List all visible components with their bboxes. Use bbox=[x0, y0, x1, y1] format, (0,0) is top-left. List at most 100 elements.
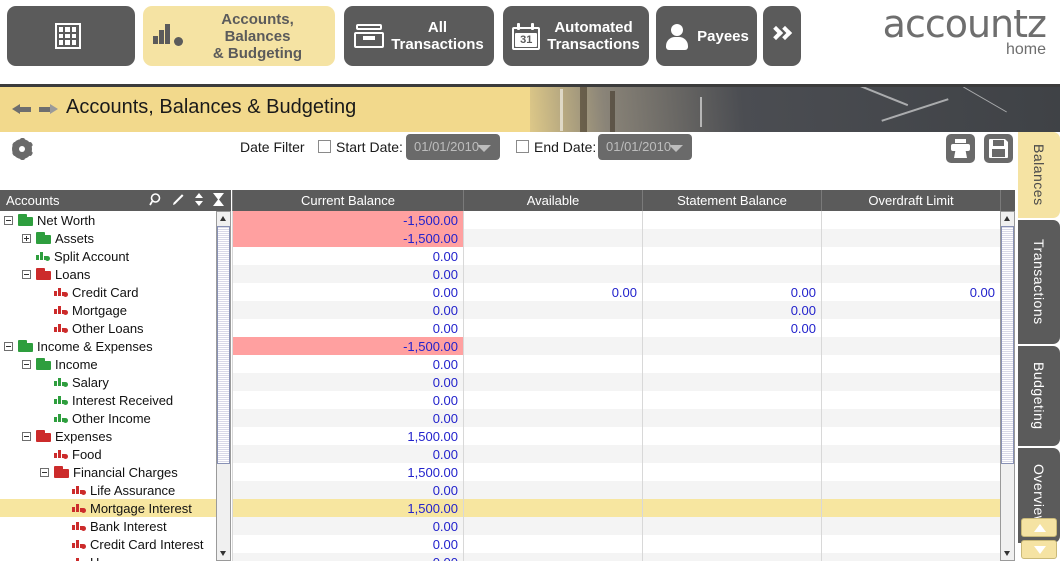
grid-row[interactable]: 0.00 bbox=[232, 481, 1015, 499]
cell-overdraft-limit bbox=[821, 373, 1000, 391]
grid-row[interactable]: 0.00 bbox=[232, 553, 1015, 561]
tree-item-label: Interest Received bbox=[72, 392, 174, 408]
tree-item[interactable]: Salary bbox=[0, 373, 230, 391]
sort-updown-icon[interactable] bbox=[193, 192, 205, 207]
grid-row[interactable]: 0.00 0.00 bbox=[232, 319, 1015, 337]
tree-item[interactable]: Loans bbox=[0, 265, 230, 283]
nav-tab-payees[interactable]: Payees bbox=[656, 6, 757, 66]
tree-collapse-toggle[interactable] bbox=[4, 215, 13, 225]
nav-accounts-line2: & Budgeting bbox=[212, 44, 303, 62]
grid-row[interactable]: 0.00 bbox=[232, 265, 1015, 283]
tree-item[interactable]: Interest Received bbox=[0, 391, 230, 409]
hourglass-filter-icon[interactable] bbox=[212, 192, 225, 207]
grid-row[interactable]: -1,500.00 bbox=[232, 337, 1015, 355]
tree-item[interactable]: Other Loans bbox=[0, 319, 230, 337]
tree-item[interactable]: Food bbox=[0, 445, 230, 463]
grid-row[interactable]: 0.00 bbox=[232, 247, 1015, 265]
grid-row[interactable]: 0.00 bbox=[232, 517, 1015, 535]
calendar-icon: 31 bbox=[512, 22, 541, 50]
tree-item[interactable]: Income bbox=[0, 355, 230, 373]
tree-item-label: Food bbox=[72, 446, 102, 462]
grid-row[interactable]: 1,500.00 bbox=[232, 499, 1015, 517]
end-date-checkbox[interactable] bbox=[516, 140, 529, 153]
nav-tab-automated-transactions[interactable]: 31 Automated Transactions bbox=[503, 6, 649, 66]
save-button[interactable] bbox=[984, 134, 1013, 163]
tree-item[interactable]: Credit Card bbox=[0, 283, 230, 301]
end-date-input[interactable]: 01/01/2010 bbox=[598, 134, 692, 160]
side-scroll-down-button[interactable] bbox=[1021, 540, 1057, 559]
folder-icon bbox=[36, 358, 51, 370]
nav-tab-dashboard[interactable] bbox=[7, 6, 135, 66]
balances-grid-rows[interactable]: -1,500.00 -1,500.00 0.00 0.00 0.00 0.00 0.00 0.… bbox=[232, 211, 1015, 561]
side-tab-budgeting[interactable]: Budgeting bbox=[1018, 346, 1060, 446]
grid-row[interactable]: 0.00 0.00 bbox=[232, 301, 1015, 319]
grid-row[interactable]: 0.00 bbox=[232, 391, 1015, 409]
scrollbar-thumb[interactable] bbox=[217, 226, 230, 464]
tree-collapse-toggle[interactable] bbox=[22, 359, 31, 369]
tree-item[interactable]: Mortgage Interest bbox=[0, 499, 230, 517]
account-icon bbox=[54, 448, 68, 460]
cell-statement-balance bbox=[642, 499, 821, 517]
tree-collapse-toggle[interactable] bbox=[22, 431, 31, 441]
nav-tab-accounts-balances-budgeting[interactable]: Accounts, Balances & Budgeting bbox=[143, 6, 335, 66]
scroll-down-button[interactable] bbox=[217, 547, 230, 560]
brand-logo: accountz home bbox=[883, 4, 1047, 58]
tree-item[interactable]: Life Assurance bbox=[0, 481, 230, 499]
tree-collapse-toggle[interactable] bbox=[4, 341, 13, 351]
tree-item[interactable]: H bbox=[0, 553, 230, 561]
tree-item[interactable]: Financial Charges bbox=[0, 463, 230, 481]
tree-item[interactable]: Bank Interest bbox=[0, 517, 230, 535]
nav-tab-all-transactions[interactable]: All Transactions bbox=[344, 6, 494, 66]
print-button[interactable] bbox=[946, 134, 975, 163]
grid-row[interactable]: 1,500.00 bbox=[232, 463, 1015, 481]
grid-row[interactable]: 1,500.00 bbox=[232, 427, 1015, 445]
cell-available bbox=[463, 373, 642, 391]
cell-available bbox=[463, 499, 642, 517]
side-tab-balances[interactable]: Balances bbox=[1018, 132, 1060, 218]
grid-row[interactable]: 0.00 bbox=[232, 355, 1015, 373]
scrollbar-thumb[interactable] bbox=[1001, 226, 1014, 464]
start-date-checkbox[interactable] bbox=[318, 140, 331, 153]
accounts-tree-scrollbar[interactable] bbox=[216, 211, 231, 561]
grid-row[interactable]: -1,500.00 bbox=[232, 211, 1015, 229]
account-icon bbox=[72, 556, 86, 561]
nav-more-button[interactable] bbox=[763, 6, 801, 66]
cell-statement-balance bbox=[642, 247, 821, 265]
cell-statement-balance: 0.00 bbox=[642, 283, 821, 301]
scroll-up-button[interactable] bbox=[1001, 212, 1014, 225]
start-date-input[interactable]: 01/01/2010 bbox=[406, 134, 500, 160]
cell-available bbox=[463, 517, 642, 535]
cell-available bbox=[463, 481, 642, 499]
edit-pencil-icon[interactable] bbox=[171, 192, 186, 207]
tree-item[interactable]: Income & Expenses bbox=[0, 337, 230, 355]
tree-item[interactable]: Other Income bbox=[0, 409, 230, 427]
accounts-tree[interactable]: Net Worth Assets Split Account Loans Credit … bbox=[0, 211, 231, 561]
tree-item[interactable]: Expenses bbox=[0, 427, 230, 445]
balances-grid-scrollbar[interactable] bbox=[1000, 211, 1015, 561]
side-scroll-up-button[interactable] bbox=[1021, 518, 1057, 537]
grid-row[interactable]: -1,500.00 bbox=[232, 229, 1015, 247]
tree-expand-toggle[interactable] bbox=[22, 233, 31, 243]
tree-item[interactable]: Credit Card Interest bbox=[0, 535, 230, 553]
tree-item[interactable]: Mortgage bbox=[0, 301, 230, 319]
grid-row[interactable]: 0.00 0.00 0.00 0.00 bbox=[232, 283, 1015, 301]
nav-alltx-line2: Transactions bbox=[391, 36, 484, 53]
cell-statement-balance bbox=[642, 391, 821, 409]
tree-item[interactable]: Net Worth bbox=[0, 211, 230, 229]
grid-row[interactable]: 0.00 bbox=[232, 535, 1015, 553]
gear-icon[interactable] bbox=[11, 138, 33, 160]
search-icon[interactable] bbox=[149, 192, 164, 207]
account-icon bbox=[36, 250, 50, 262]
tree-collapse-toggle[interactable] bbox=[22, 269, 31, 279]
grid-row[interactable]: 0.00 bbox=[232, 409, 1015, 427]
tree-collapse-toggle[interactable] bbox=[40, 467, 49, 477]
tree-item-label: Salary bbox=[72, 374, 109, 390]
cell-overdraft-limit bbox=[821, 337, 1000, 355]
tree-item[interactable]: Split Account bbox=[0, 247, 230, 265]
side-tab-transactions[interactable]: Transactions bbox=[1018, 220, 1060, 344]
grid-row[interactable]: 0.00 bbox=[232, 445, 1015, 463]
grid-row[interactable]: 0.00 bbox=[232, 373, 1015, 391]
scroll-down-button[interactable] bbox=[1001, 547, 1014, 560]
tree-item[interactable]: Assets bbox=[0, 229, 230, 247]
scroll-up-button[interactable] bbox=[217, 212, 230, 225]
